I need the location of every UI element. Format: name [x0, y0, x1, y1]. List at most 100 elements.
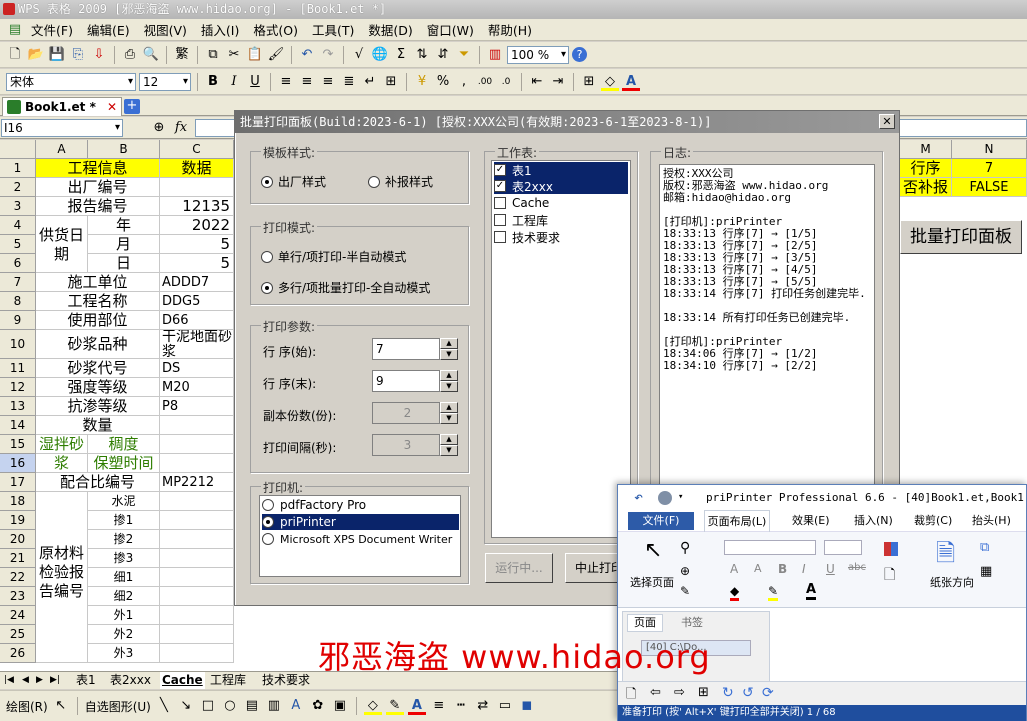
pp-page-prev-icon[interactable]: ⇦ [650, 685, 661, 700]
row-header-10[interactable]: 10 [0, 330, 36, 359]
sheet-tab-project[interactable]: 工程库 [210, 672, 246, 689]
page-icon[interactable]: 🗋 [884, 564, 895, 588]
pp-copy-icon[interactable]: ⧉ [980, 540, 989, 555]
grow-font-icon[interactable]: A [730, 562, 738, 576]
select-page-pointer-icon[interactable]: ↖ [644, 538, 662, 563]
increase-indent-icon[interactable]: ⇥ [549, 73, 567, 91]
quick-access-dropdown-icon[interactable]: ▾ [678, 485, 683, 510]
line-color-icon[interactable]: ✎ [385, 697, 404, 715]
worksheet-item-project[interactable]: 工程库 [494, 212, 628, 228]
wrap-text-icon[interactable]: ↵ [361, 73, 379, 91]
chart-icon[interactable]: ▥ [486, 46, 504, 64]
cell-r14c[interactable] [160, 416, 234, 435]
cell-r26bc[interactable] [160, 644, 234, 663]
function-fx-icon[interactable]: fx [172, 119, 190, 137]
radio-factory-style[interactable]: 出厂样式 [261, 173, 326, 190]
cell-r10c[interactable]: 干泥地面砂浆 [160, 330, 234, 359]
sheet-tab-2[interactable]: 表2xxx [110, 672, 151, 689]
row-header-19[interactable]: 19 [0, 511, 36, 530]
row-header-5[interactable]: 5 [0, 235, 36, 254]
italic-button[interactable]: I [225, 73, 243, 91]
cell-r2c[interactable] [160, 178, 234, 197]
ribbon-tab-insert[interactable]: 插入(N) [854, 510, 893, 532]
menu-file[interactable]: 文件(F) [24, 20, 80, 39]
font-name-combo[interactable] [724, 540, 816, 555]
justify-icon[interactable]: ≣ [340, 73, 358, 91]
panel-tab-pages[interactable]: 页面 [627, 614, 663, 632]
cell-r15a[interactable]: 湿拌砂 [36, 435, 88, 454]
edit-page-icon[interactable]: ✎ [680, 584, 690, 598]
cut-icon[interactable]: ✂ [225, 46, 243, 64]
cell-r20bc[interactable] [160, 530, 234, 549]
sheet-tab-tech[interactable]: 技术要求 [262, 672, 310, 689]
picture-icon[interactable]: ▣ [331, 697, 349, 715]
menu-edit[interactable]: 编辑(E) [80, 20, 137, 39]
printer-item-priprinter[interactable]: priPrinter [262, 514, 459, 530]
hyperlink-icon[interactable]: 🌐 [371, 46, 389, 64]
radio-batch-mode[interactable]: 多行/项批量打印-全自动模式 [261, 279, 430, 296]
cell-r1c[interactable]: 数据 [160, 159, 234, 178]
column-header-m[interactable]: M [900, 140, 952, 159]
checkbox-unchecked-icon[interactable] [494, 231, 506, 243]
row-header-17[interactable]: 17 [0, 473, 36, 492]
printer-item-xps[interactable]: Microsoft XPS Document Writer [262, 531, 459, 547]
line-style-icon[interactable]: ≡ [430, 697, 448, 715]
ribbon-tab-effects[interactable]: 效果(E) [792, 510, 830, 532]
sheet-tab-cache[interactable]: Cache [160, 672, 205, 689]
font-size-combo[interactable] [824, 540, 862, 555]
row-header-16[interactable]: 16 [0, 454, 36, 473]
arrow-tool-icon[interactable]: ↘ [177, 697, 195, 715]
merge-center-icon[interactable]: ⊞ [382, 73, 400, 91]
worksheet-item-2[interactable]: ✓ 表2xxx [494, 178, 628, 194]
menu-view[interactable]: 视图(V) [137, 20, 194, 39]
sheet-nav-next-icon[interactable]: ▶ [36, 672, 43, 689]
underline-button[interactable]: U [246, 73, 264, 91]
decrease-indent-icon[interactable]: ⇤ [528, 73, 546, 91]
cell-r1a[interactable]: 工程信息 [36, 159, 160, 178]
row-header-4[interactable]: 4 [0, 216, 36, 235]
pp-refresh-icon[interactable]: ⟳ [762, 685, 774, 701]
batch-print-panel-button[interactable]: 批量打印面板 [900, 220, 1022, 254]
pp-layout-icon[interactable]: ▦ [980, 564, 992, 579]
pp-strikethrough-icon[interactable]: abc [848, 562, 866, 573]
row-header-6[interactable]: 6 [0, 254, 36, 273]
redo-icon[interactable]: ↷ [319, 46, 337, 64]
cell-n1[interactable]: 7 [952, 159, 1027, 178]
fill-color-icon[interactable]: ◇ [601, 73, 619, 91]
cell-r25b[interactable]: 外2 [88, 625, 160, 644]
cell-r16c[interactable] [160, 454, 234, 473]
find-icon[interactable]: ⊕ [150, 119, 168, 137]
decrease-decimal-icon[interactable]: .0 [497, 73, 515, 91]
cell-r5b[interactable]: 月 [88, 235, 160, 254]
textbox-tool-icon[interactable]: ▤ [243, 697, 261, 715]
sheet-tab-1[interactable]: 表1 [76, 672, 96, 689]
menu-window[interactable]: 窗口(W) [420, 20, 481, 39]
cell-r3c[interactable]: 12135 [160, 197, 234, 216]
ribbon-tab-page-layout[interactable]: 页面布局(L) [704, 510, 770, 532]
cell-r4b[interactable]: 年 [88, 216, 160, 235]
cell-r21bc[interactable] [160, 549, 234, 568]
row-header-12[interactable]: 12 [0, 378, 36, 397]
cell-m1[interactable]: 行序 [900, 159, 952, 178]
rectangle-tool-icon[interactable]: □ [199, 697, 217, 715]
insert-function-icon[interactable]: √ [350, 46, 368, 64]
pp-eraser-icon[interactable]: ◆ [730, 584, 740, 601]
checkbox-unchecked-icon[interactable] [494, 197, 506, 209]
dash-style-icon[interactable]: ┅ [452, 697, 470, 715]
cell-r17[interactable]: 配合比编号 [36, 473, 160, 492]
cell-r12[interactable]: 强度等级 [36, 378, 160, 397]
add-page-icon[interactable]: ⊕ [680, 564, 690, 578]
checkbox-checked-icon[interactable]: ✓ [494, 180, 506, 192]
cell-r21b[interactable]: 掺3 [88, 549, 160, 568]
row-header-18[interactable]: 18 [0, 492, 36, 511]
cell-r7c[interactable]: ADDD7 [160, 273, 234, 292]
line-tool-icon[interactable]: ╲ [155, 697, 173, 715]
comma-style-icon[interactable]: , [455, 73, 473, 91]
name-box[interactable]: I16 [1, 119, 123, 137]
row-header-26[interactable]: 26 [0, 644, 36, 663]
format-painter-icon[interactable]: 🖌 [267, 46, 285, 64]
worksheet-item-1[interactable]: ✓ 表1 [494, 162, 628, 178]
cell-r19b[interactable]: 掺1 [88, 511, 160, 530]
traditional-chinese-icon[interactable]: 繁 [173, 46, 191, 64]
checkbox-checked-icon[interactable]: ✓ [494, 164, 506, 176]
